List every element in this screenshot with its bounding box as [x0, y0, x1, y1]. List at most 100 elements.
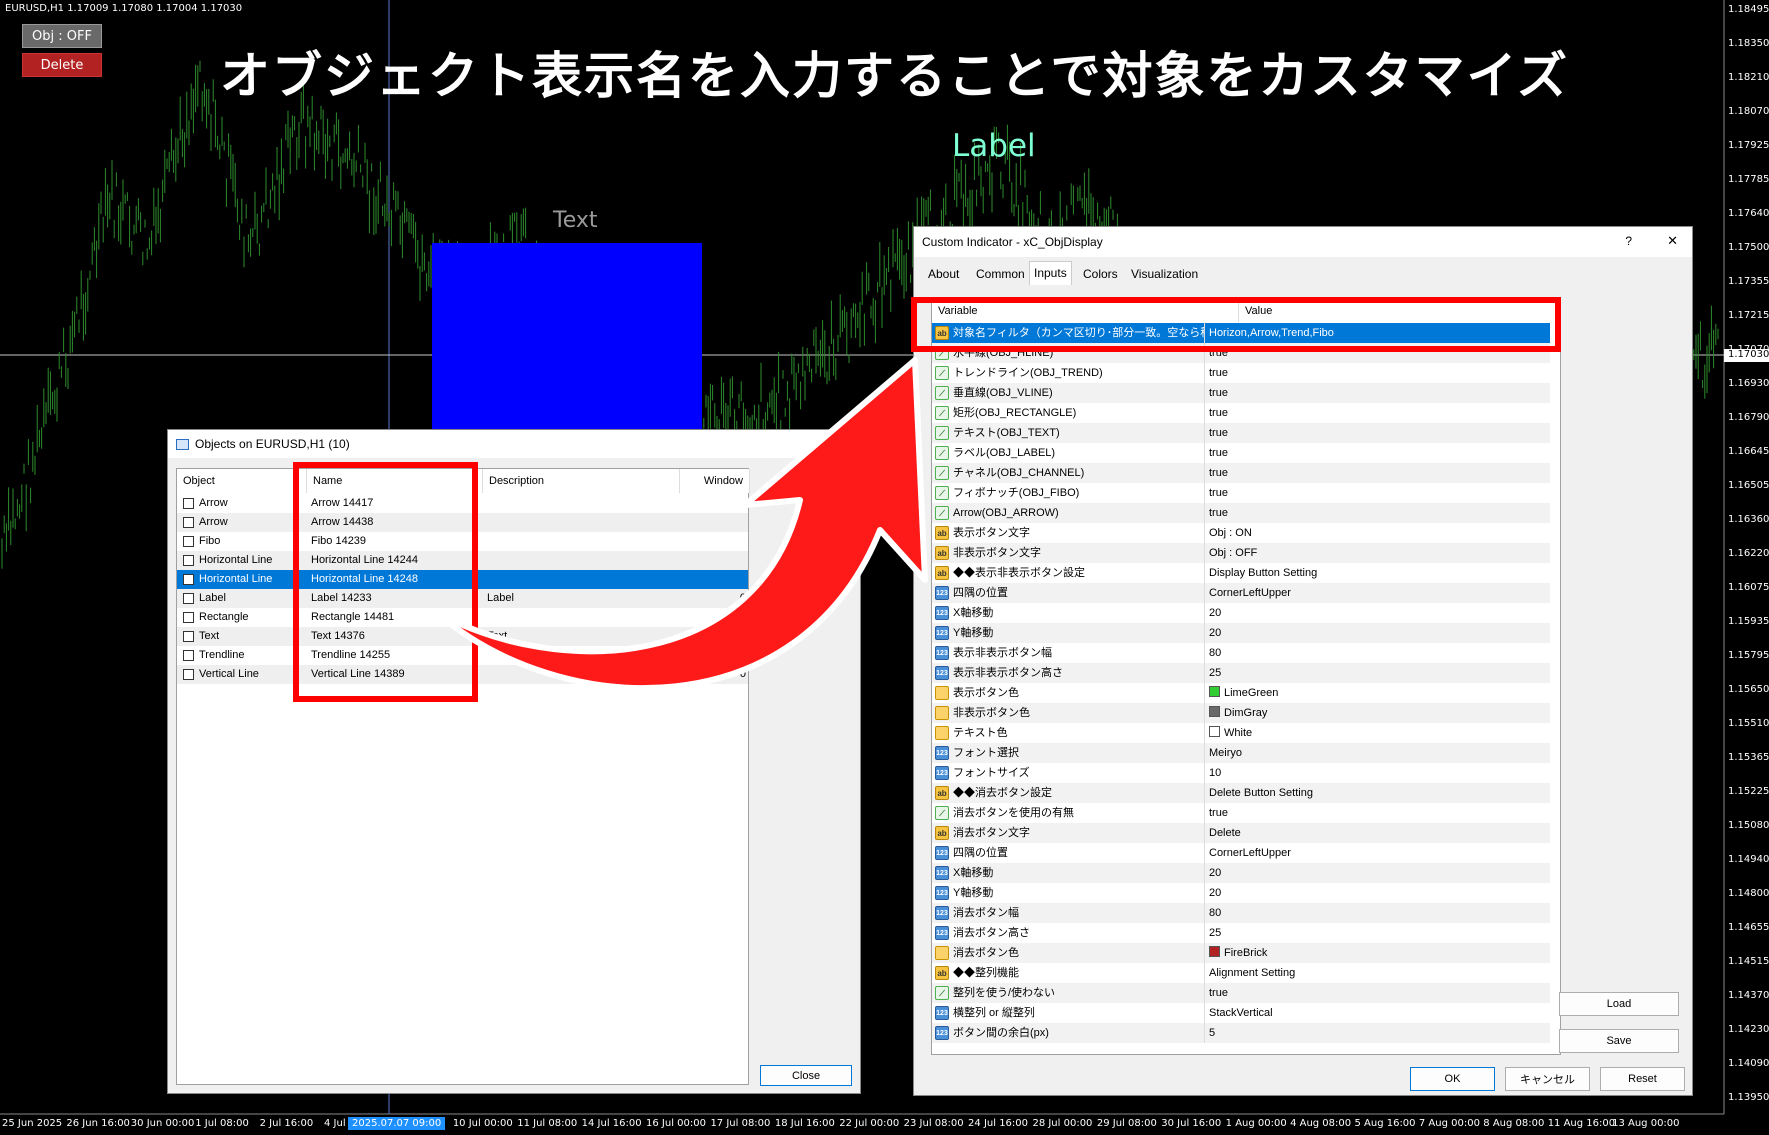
- object-checkbox[interactable]: [183, 593, 194, 604]
- input-param-row[interactable]: ab 表示ボタン文字 Obj : ON: [932, 523, 1550, 543]
- object-checkbox[interactable]: [183, 574, 194, 585]
- object-checkbox[interactable]: [183, 631, 194, 642]
- param-value[interactable]: CornerLeftUpper: [1209, 843, 1549, 863]
- input-param-row[interactable]: ⟋ 整列を使う/使わない true: [932, 983, 1550, 1003]
- object-checkbox[interactable]: [183, 536, 194, 547]
- param-value[interactable]: LimeGreen: [1209, 683, 1549, 703]
- param-value[interactable]: 25: [1209, 663, 1549, 683]
- indicator-dialog-titlebar[interactable]: Custom Indicator - xC_ObjDisplay ? ✕: [914, 227, 1692, 257]
- input-param-row[interactable]: ab ◆◆表示非表示ボタン設定 Display Button Setting: [932, 563, 1550, 583]
- input-param-row[interactable]: 表示ボタン色 LimeGreen: [932, 683, 1550, 703]
- object-checkbox[interactable]: [183, 498, 194, 509]
- col-window[interactable]: Window: [680, 469, 750, 493]
- input-param-row[interactable]: 123 消去ボタン幅 80: [932, 903, 1550, 923]
- tab-colors[interactable]: Colors: [1079, 263, 1122, 285]
- param-value[interactable]: true: [1209, 423, 1549, 443]
- objects-dialog-titlebar[interactable]: Objects on EURUSD,H1 (10): [168, 430, 860, 458]
- param-value[interactable]: 5: [1209, 1023, 1549, 1043]
- input-param-row[interactable]: ⟋ 矩形(OBJ_RECTANGLE) true: [932, 403, 1550, 423]
- param-value[interactable]: true: [1209, 403, 1549, 423]
- param-value[interactable]: CornerLeftUpper: [1209, 583, 1549, 603]
- param-value[interactable]: 20: [1209, 603, 1549, 623]
- reset-button[interactable]: Reset: [1600, 1067, 1685, 1091]
- param-value[interactable]: Delete Button Setting: [1209, 783, 1549, 803]
- param-value[interactable]: true: [1209, 503, 1549, 523]
- input-param-row[interactable]: 123 四隅の位置 CornerLeftUpper: [932, 583, 1550, 603]
- input-param-row[interactable]: ⟋ ラベル(OBJ_LABEL) true: [932, 443, 1550, 463]
- input-param-row[interactable]: 123 表示非表示ボタン幅 80: [932, 643, 1550, 663]
- object-checkbox[interactable]: [183, 650, 194, 661]
- input-param-row[interactable]: テキスト色 White: [932, 723, 1550, 743]
- param-value[interactable]: White: [1209, 723, 1549, 743]
- param-value[interactable]: Obj : OFF: [1209, 543, 1549, 563]
- param-value[interactable]: 20: [1209, 623, 1549, 643]
- param-value[interactable]: Obj : ON: [1209, 523, 1549, 543]
- input-param-row[interactable]: 123 横整列 or 縦整列 StackVertical: [932, 1003, 1550, 1023]
- input-param-row[interactable]: ab 消去ボタン文字 Delete: [932, 823, 1550, 843]
- object-checkbox[interactable]: [183, 612, 194, 623]
- input-param-row[interactable]: ⟋ フィボナッチ(OBJ_FIBO) true: [932, 483, 1550, 503]
- input-param-row[interactable]: ab ◆◆消去ボタン設定 Delete Button Setting: [932, 783, 1550, 803]
- ok-button[interactable]: OK: [1410, 1067, 1495, 1091]
- chart-text-object[interactable]: Text: [553, 208, 598, 233]
- input-param-row[interactable]: ab ◆◆整列機能 Alignment Setting: [932, 963, 1550, 983]
- param-value[interactable]: Alignment Setting: [1209, 963, 1549, 983]
- input-param-row[interactable]: ⟋ チャネル(OBJ_CHANNEL) true: [932, 463, 1550, 483]
- chart-label-object[interactable]: Label: [952, 128, 1036, 164]
- input-param-row[interactable]: 123 消去ボタン高さ 25: [932, 923, 1550, 943]
- input-param-row[interactable]: 123 フォントサイズ 10: [932, 763, 1550, 783]
- param-value[interactable]: Display Button Setting: [1209, 563, 1549, 583]
- input-param-row[interactable]: 消去ボタン色 FireBrick: [932, 943, 1550, 963]
- input-param-row[interactable]: ⟋ トレンドライン(OBJ_TREND) true: [932, 363, 1550, 383]
- object-checkbox[interactable]: [183, 555, 194, 566]
- tab-visualization[interactable]: Visualization: [1127, 263, 1202, 285]
- param-value[interactable]: Meiryo: [1209, 743, 1549, 763]
- close-icon[interactable]: ✕: [1667, 233, 1678, 249]
- tab-common[interactable]: Common: [972, 263, 1029, 285]
- param-value[interactable]: 25: [1209, 923, 1549, 943]
- param-value[interactable]: true: [1209, 803, 1549, 823]
- param-value[interactable]: FireBrick: [1209, 943, 1549, 963]
- input-param-row[interactable]: 123 四隅の位置 CornerLeftUpper: [932, 843, 1550, 863]
- param-value[interactable]: 80: [1209, 643, 1549, 663]
- param-value[interactable]: true: [1209, 363, 1549, 383]
- param-value[interactable]: true: [1209, 483, 1549, 503]
- inputs-table[interactable]: Variable Value ab 対象名フィルタ（カンマ区切り･部分一致。空なら…: [931, 299, 1561, 1055]
- param-value[interactable]: StackVertical: [1209, 1003, 1549, 1023]
- help-icon[interactable]: ?: [1625, 234, 1632, 248]
- rectangle-object[interactable]: [432, 243, 702, 443]
- input-param-row[interactable]: ⟋ 消去ボタンを使用の有無 true: [932, 803, 1550, 823]
- input-param-row[interactable]: ⟋ 垂直線(OBJ_VLINE) true: [932, 383, 1550, 403]
- object-checkbox[interactable]: [183, 669, 194, 680]
- param-value[interactable]: true: [1209, 983, 1549, 1003]
- input-param-row[interactable]: ab 非表示ボタン文字 Obj : OFF: [932, 543, 1550, 563]
- param-value[interactable]: true: [1209, 383, 1549, 403]
- input-param-row[interactable]: ⟋ Arrow(OBJ_ARROW) true: [932, 503, 1550, 523]
- param-value[interactable]: 10: [1209, 763, 1549, 783]
- input-param-row[interactable]: 123 Y軸移動 20: [932, 883, 1550, 903]
- param-value[interactable]: 80: [1209, 903, 1549, 923]
- tab-inputs[interactable]: Inputs: [1029, 261, 1072, 285]
- param-value[interactable]: Delete: [1209, 823, 1549, 843]
- param-value[interactable]: true: [1209, 443, 1549, 463]
- obj-toggle-button[interactable]: Obj : OFF: [22, 24, 102, 48]
- input-param-row[interactable]: 123 フォント選択 Meiryo: [932, 743, 1550, 763]
- delete-button[interactable]: Delete: [22, 53, 102, 77]
- tab-about[interactable]: About: [924, 263, 963, 285]
- input-param-row[interactable]: ⟋ テキスト(OBJ_TEXT) true: [932, 423, 1550, 443]
- col-description[interactable]: Description: [483, 469, 680, 493]
- input-param-row[interactable]: 123 表示非表示ボタン高さ 25: [932, 663, 1550, 683]
- input-param-row[interactable]: 123 ボタン間の余白(px) 5: [932, 1023, 1550, 1043]
- input-param-row[interactable]: 非表示ボタン色 DimGray: [932, 703, 1550, 723]
- cancel-button[interactable]: キャンセル: [1505, 1067, 1590, 1091]
- input-param-row[interactable]: 123 Y軸移動 20: [932, 623, 1550, 643]
- input-param-row[interactable]: 123 X軸移動 20: [932, 603, 1550, 623]
- save-button[interactable]: Save: [1559, 1029, 1679, 1053]
- param-value[interactable]: 20: [1209, 883, 1549, 903]
- col-object[interactable]: Object: [177, 469, 307, 493]
- close-button[interactable]: Close: [760, 1065, 852, 1086]
- param-value[interactable]: DimGray: [1209, 703, 1549, 723]
- load-button[interactable]: Load: [1559, 992, 1679, 1016]
- param-value[interactable]: true: [1209, 463, 1549, 483]
- input-param-row[interactable]: 123 X軸移動 20: [932, 863, 1550, 883]
